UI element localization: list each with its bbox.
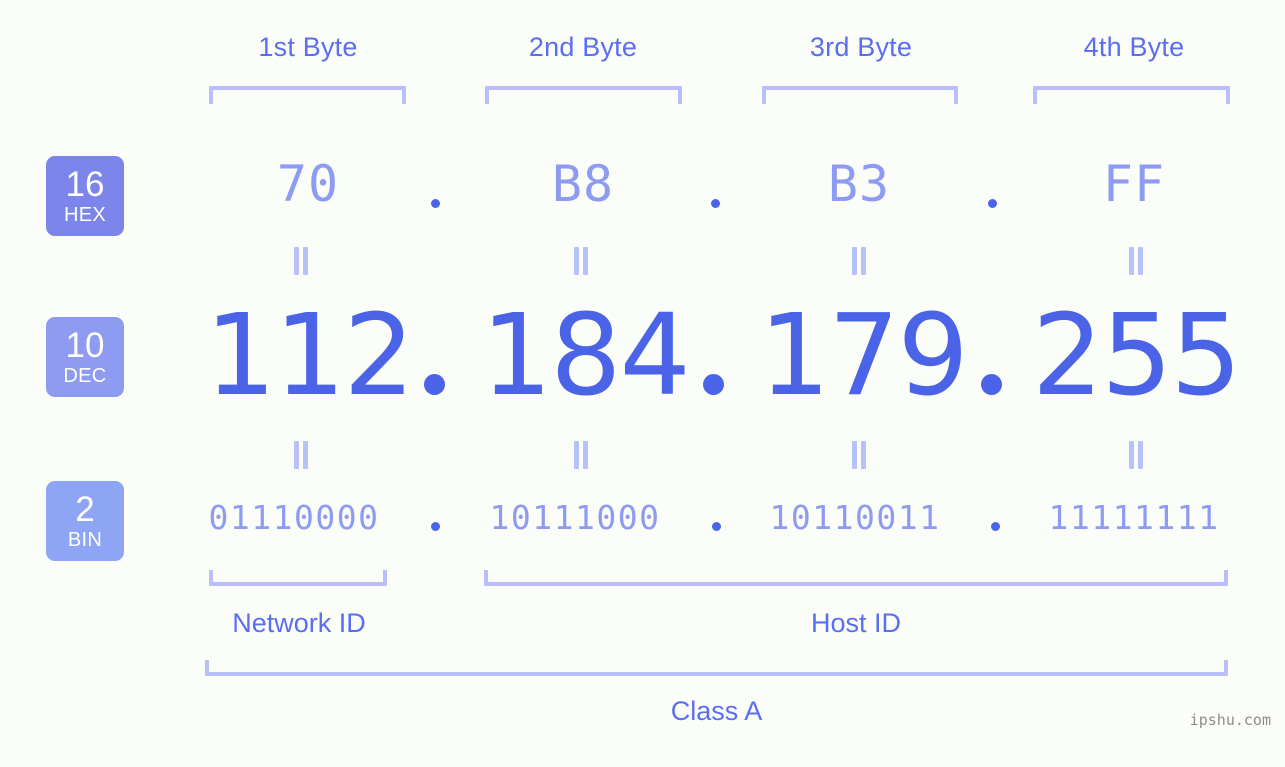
hex-value-byte-2: B8	[551, 155, 615, 213]
byte-header-3: 3rd Byte	[809, 32, 913, 62]
equality-mark-hex-dec-1	[292, 247, 310, 275]
equality-mark-hex-dec-3	[850, 247, 868, 275]
base-badge-dec: 10 DEC	[46, 317, 124, 397]
base-badge-dec-label: DEC	[63, 365, 107, 387]
byte-bracket-4	[1033, 86, 1230, 104]
hex-value-byte-3: B3	[827, 155, 891, 213]
byte-bracket-3	[762, 86, 958, 104]
dec-separator-dot-1	[424, 374, 445, 395]
base-badge-hex-label: HEX	[63, 204, 107, 226]
base-badge-dec-number: 10	[65, 326, 105, 365]
byte-bracket-2	[485, 86, 682, 104]
host-id-bracket	[484, 570, 1228, 586]
byte-header-1: 1st Byte	[258, 32, 358, 62]
bin-separator-dot-3	[991, 522, 1000, 531]
equality-mark-dec-bin-3	[850, 441, 868, 469]
base-badge-hex-number: 16	[65, 165, 105, 204]
bin-separator-dot-2	[712, 522, 721, 531]
bin-separator-dot-1	[431, 522, 440, 531]
dec-value-byte-3: 179	[759, 291, 969, 421]
site-watermark: ipshu.com	[1189, 711, 1271, 729]
hex-value-byte-4: FF	[1102, 155, 1166, 213]
dec-separator-dot-3	[981, 374, 1002, 395]
bin-value-byte-4: 11111111	[1048, 498, 1220, 537]
hex-value-byte-1: 70	[276, 155, 340, 213]
hex-separator-dot-1	[431, 199, 440, 208]
bin-value-byte-3: 10110011	[769, 498, 941, 537]
ip-address-breakdown-diagram: 1st Byte 2nd Byte 3rd Byte 4th Byte 16 H…	[0, 0, 1285, 767]
bin-value-byte-1: 01110000	[208, 498, 380, 537]
network-id-bracket	[209, 570, 387, 586]
hex-separator-dot-3	[988, 199, 997, 208]
dec-value-byte-1: 112	[205, 291, 415, 421]
dec-value-byte-2: 184	[481, 291, 691, 421]
host-id-label: Host ID	[810, 608, 902, 638]
equality-mark-dec-bin-4	[1127, 441, 1145, 469]
byte-header-2: 2nd Byte	[528, 32, 638, 62]
base-badge-bin-number: 2	[75, 490, 95, 529]
bin-value-byte-2: 10111000	[489, 498, 661, 537]
equality-mark-hex-dec-2	[572, 247, 590, 275]
byte-header-4: 4th Byte	[1083, 32, 1185, 62]
dec-value-byte-4: 255	[1032, 291, 1242, 421]
equality-mark-dec-bin-2	[572, 441, 590, 469]
class-label: Class A	[670, 696, 763, 726]
base-badge-bin: 2 BIN	[46, 481, 124, 561]
equality-mark-dec-bin-1	[292, 441, 310, 469]
base-badge-bin-label: BIN	[67, 529, 103, 551]
byte-bracket-1	[209, 86, 406, 104]
class-bracket	[205, 660, 1228, 676]
equality-mark-hex-dec-4	[1127, 247, 1145, 275]
hex-separator-dot-2	[711, 199, 720, 208]
network-id-label: Network ID	[232, 608, 366, 638]
dec-separator-dot-2	[703, 374, 724, 395]
base-badge-hex: 16 HEX	[46, 156, 124, 236]
